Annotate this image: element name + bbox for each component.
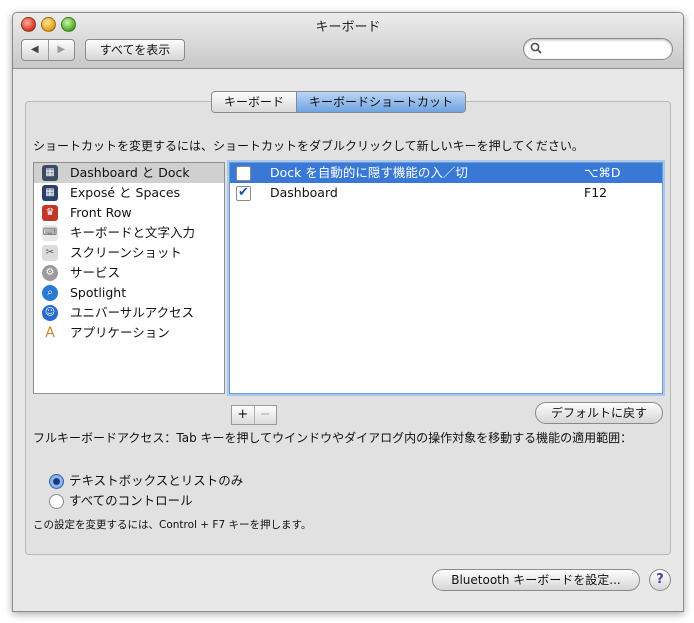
expose-spaces-icon: ▦: [42, 185, 58, 201]
category-label: ユニバーサルアクセス: [70, 305, 195, 320]
category-label: Dashboard と Dock: [70, 165, 190, 180]
radio-label: すべてのコントロール: [69, 493, 193, 508]
add-remove-control: + −: [231, 405, 277, 425]
instructions-text: ショートカットを変更するには、ショートカットをダブルクリックして新しいキーを押し…: [33, 139, 584, 153]
shortcut-list[interactable]: Dock を自動的に隠す機能の入／切 ⌥⌘D ✔ Dashboard F12: [229, 162, 663, 394]
shortcut-row[interactable]: ✔ Dashboard F12: [230, 183, 662, 203]
remove-button[interactable]: −: [253, 406, 277, 424]
radio-label: テキストボックスとリストのみ: [69, 473, 244, 488]
help-button[interactable]: ?: [649, 569, 671, 591]
universal-access-icon: ☺: [42, 305, 58, 321]
category-item-front-row[interactable]: ♛ Front Row: [34, 203, 224, 223]
back-forward-control: ◀ ▶: [21, 39, 75, 61]
preferences-window: キーボード ◀ ▶ すべてを表示 キーボード キーボードショートカット ショート…: [12, 12, 684, 612]
search-field[interactable]: [523, 38, 673, 60]
category-item-services[interactable]: ⚙ サービス: [34, 263, 224, 283]
title-bar: キーボード ◀ ▶ すべてを表示: [13, 13, 683, 69]
dashboard-dock-icon: ▦: [42, 165, 58, 181]
category-label: スクリーンショット: [70, 245, 182, 260]
keyboard-input-icon: ⌨: [42, 225, 58, 241]
forward-button[interactable]: ▶: [47, 40, 75, 60]
shortcut-key[interactable]: F12: [584, 183, 607, 203]
category-list[interactable]: ▦ Dashboard と Dock ▦ Exposé と Spaces ♛ F…: [33, 162, 225, 394]
tab-bar: キーボード キーボードショートカット: [211, 91, 467, 113]
restore-defaults-button[interactable]: デフォルトに戻す: [535, 402, 663, 424]
add-button[interactable]: +: [232, 406, 254, 424]
shortcut-checkbox[interactable]: ✔: [236, 186, 251, 201]
hint-text: この設定を変更するには、Control + F7 キーを押します。: [33, 519, 312, 531]
radio-text-boxes-lists[interactable]: テキストボックスとリストのみ: [49, 472, 243, 490]
screenshot-icon: ✂: [42, 245, 58, 261]
category-item-spotlight[interactable]: ⌕ Spotlight: [34, 283, 224, 303]
shortcut-row[interactable]: Dock を自動的に隠す機能の入／切 ⌥⌘D: [230, 163, 662, 183]
category-label: キーボードと文字入力: [70, 225, 196, 240]
category-item-screenshot[interactable]: ✂ スクリーンショット: [34, 243, 224, 263]
category-item-universal-access[interactable]: ☺ ユニバーサルアクセス: [34, 303, 224, 323]
show-all-button[interactable]: すべてを表示: [85, 39, 185, 61]
category-label: Front Row: [70, 205, 132, 220]
category-label: Spotlight: [70, 285, 127, 300]
category-item-applications[interactable]: A アプリケーション: [34, 323, 224, 343]
shortcut-key[interactable]: ⌥⌘D: [584, 163, 621, 183]
tab-keyboard[interactable]: キーボード: [212, 92, 297, 112]
spotlight-icon: ⌕: [42, 285, 58, 301]
shortcut-name: Dashboard: [270, 185, 338, 200]
applications-icon: A: [45, 325, 55, 341]
services-gear-icon: ⚙: [42, 265, 58, 281]
radio-selected-icon: [49, 474, 64, 489]
bluetooth-keyboard-setup-button[interactable]: Bluetooth キーボードを設定...: [432, 569, 640, 591]
category-item-dashboard-dock[interactable]: ▦ Dashboard と Dock: [34, 163, 224, 183]
category-label: アプリケーション: [70, 325, 170, 340]
radio-all-controls[interactable]: すべてのコントロール: [49, 492, 193, 510]
category-label: Exposé と Spaces: [70, 185, 181, 200]
shortcut-checkbox[interactable]: [236, 166, 251, 181]
radio-unselected-icon: [49, 494, 64, 509]
window-title: キーボード: [315, 20, 381, 35]
back-button[interactable]: ◀: [22, 40, 48, 60]
full-keyboard-access-label: フルキーボードアクセス：Tab キーを押してウインドウやダイアログ内の操作対象を…: [33, 431, 633, 445]
category-item-keyboard-input[interactable]: ⌨ キーボードと文字入力: [34, 223, 224, 243]
category-label: サービス: [70, 265, 121, 280]
front-row-icon: ♛: [42, 205, 58, 221]
category-item-expose-spaces[interactable]: ▦ Exposé と Spaces: [34, 183, 224, 203]
tab-keyboard-shortcuts[interactable]: キーボードショートカット: [296, 92, 466, 112]
search-icon: [530, 42, 542, 54]
shortcut-name: Dock を自動的に隠す機能の入／切: [270, 165, 468, 180]
